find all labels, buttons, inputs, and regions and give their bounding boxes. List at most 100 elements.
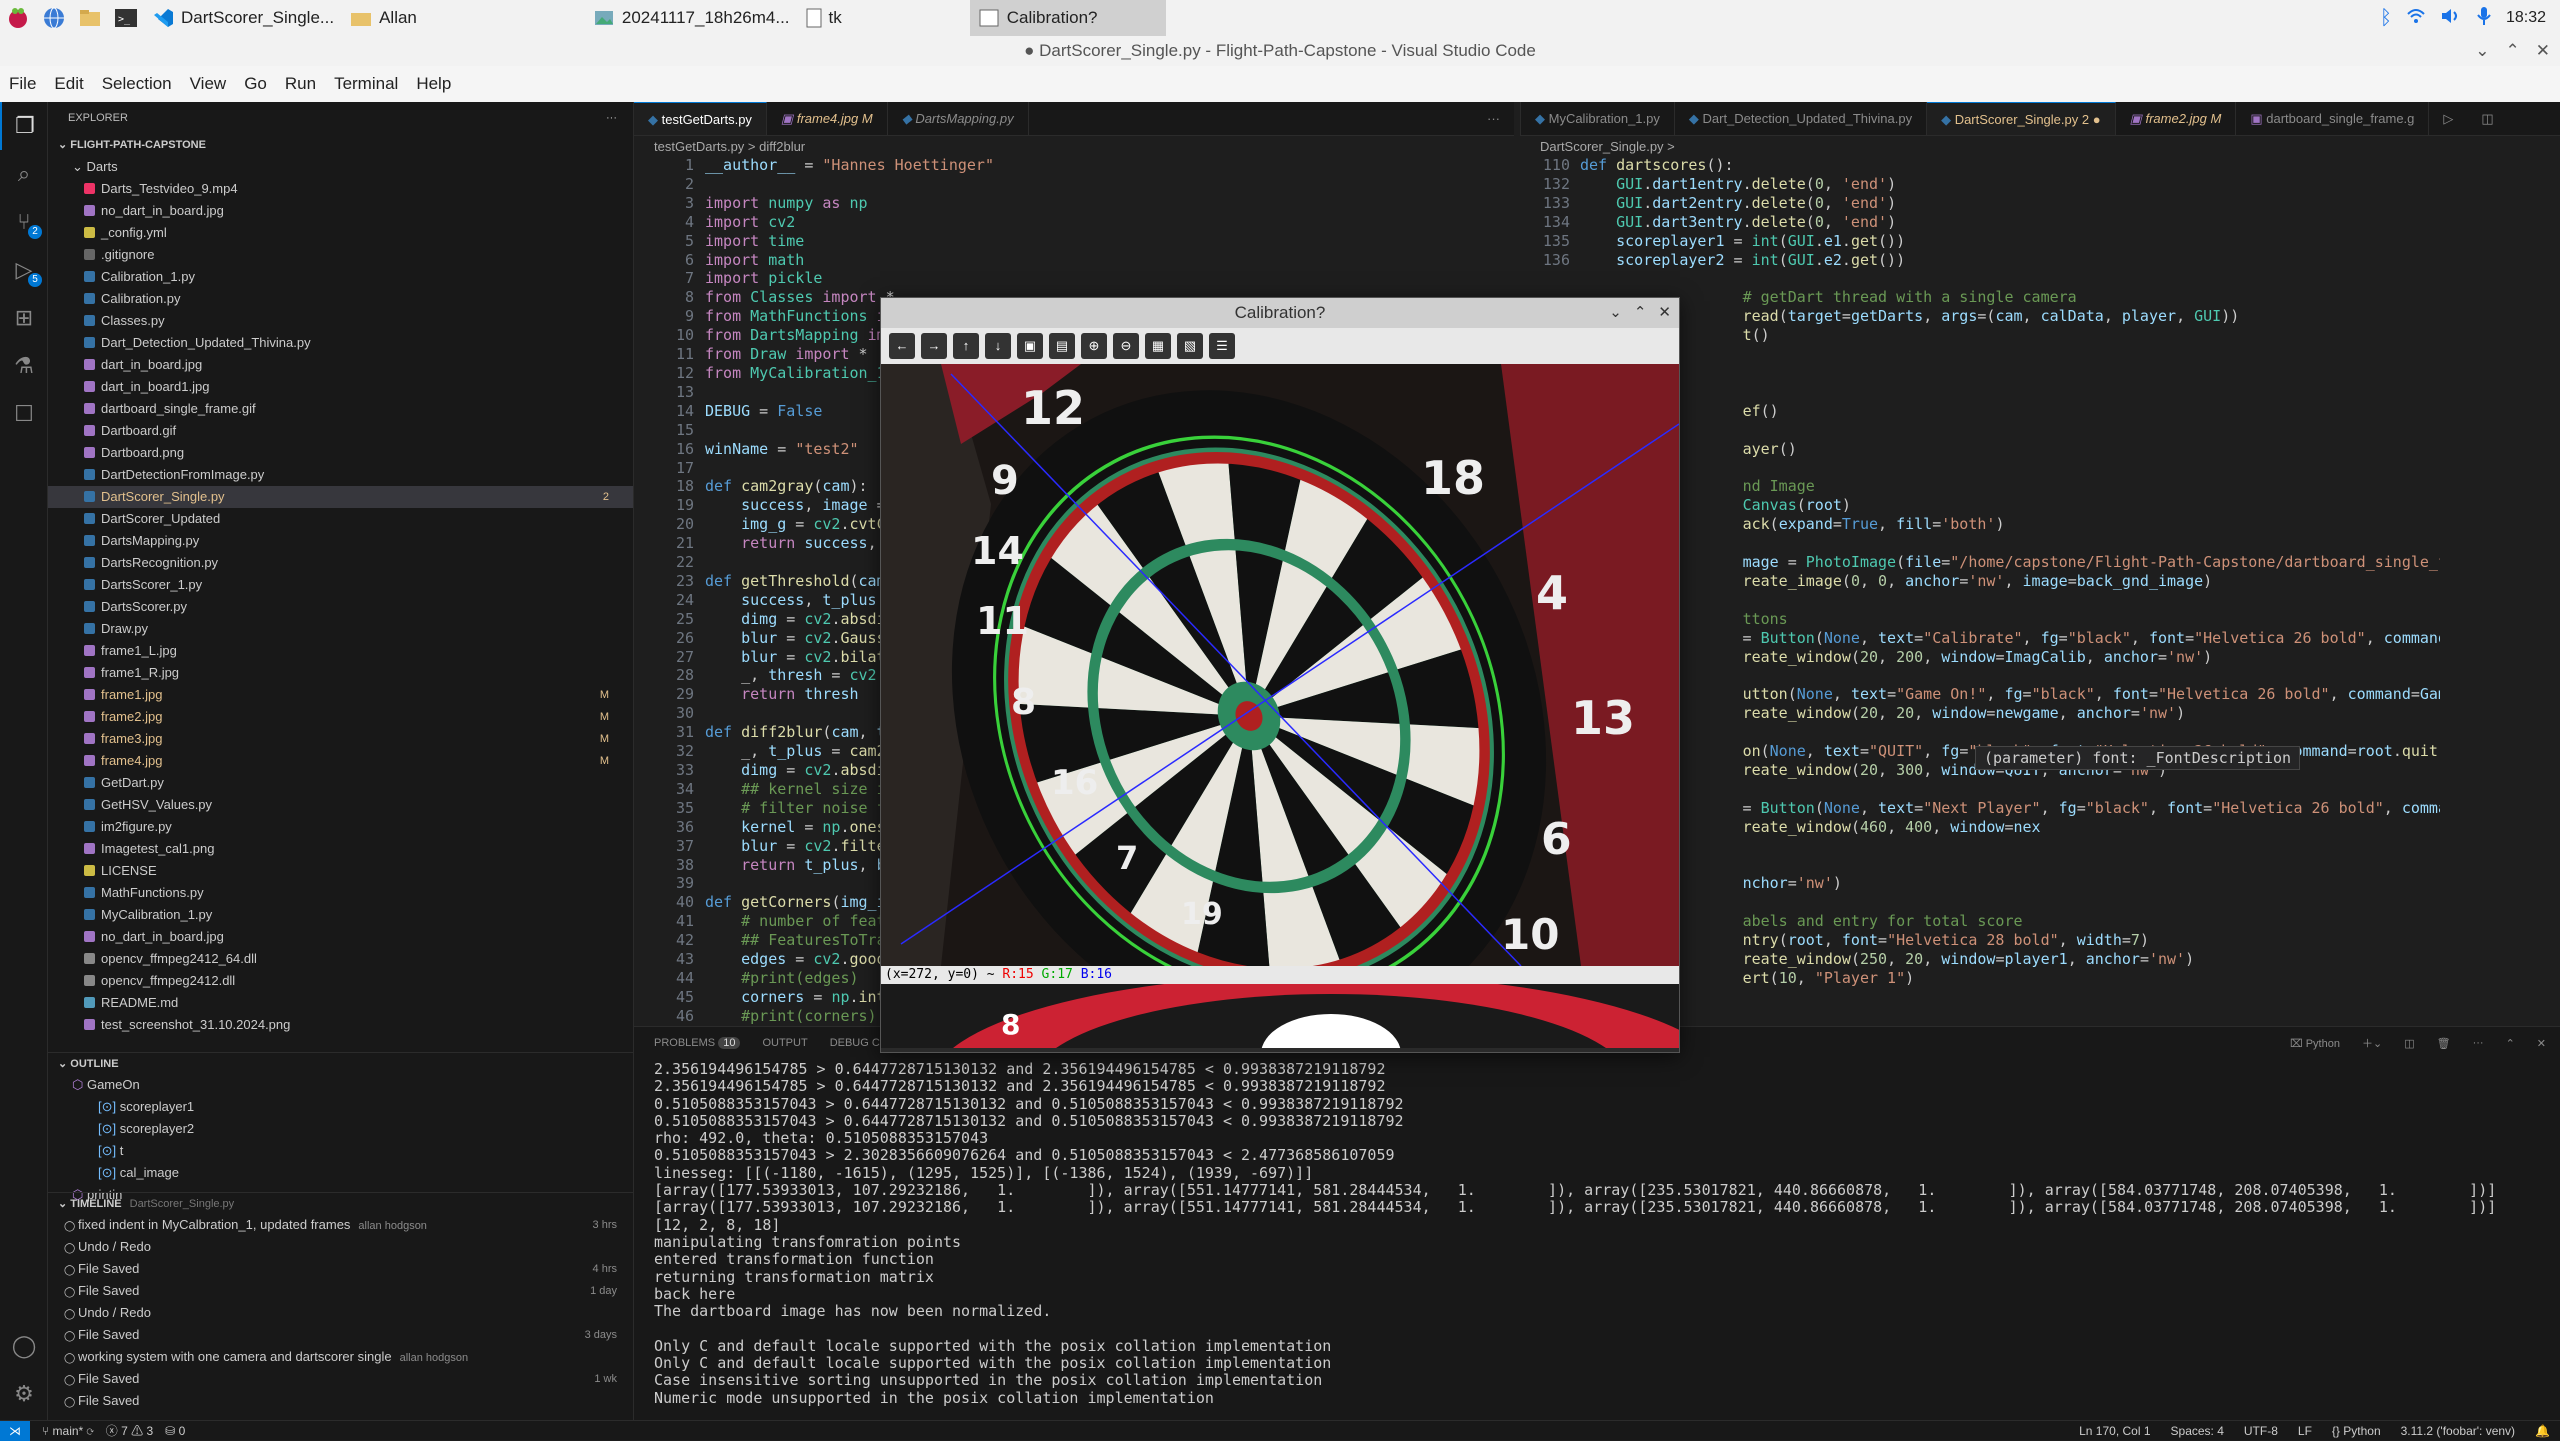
properties-icon[interactable]: ☰ (1209, 333, 1235, 359)
dartboard-camera-image[interactable]: 12 18 9 14 11 8 16 7 19 4 13 6 10 (881, 364, 1679, 966)
maximize-icon[interactable]: ⌃ (1634, 298, 1647, 328)
file-item[interactable]: im2figure.py (48, 816, 633, 838)
remote-icon[interactable]: ⋊ (0, 1420, 30, 1441)
tab-mycalibration[interactable]: ◆ MyCalibration_1.py (1521, 102, 1675, 135)
file-item[interactable]: dartboard_single_frame.gif (48, 398, 633, 420)
file-item[interactable]: Dart_Detection_Updated_Thivina.py (48, 332, 633, 354)
tab-testgetdarts[interactable]: ◆ testGetDarts.py (634, 102, 767, 135)
pan-down-icon[interactable]: ↓ (985, 333, 1011, 359)
timeline-item[interactable]: ◯ File Saved 1 wk (48, 1368, 633, 1390)
calibration-title-bar[interactable]: Calibration? ⌄ ⌃ ✕ (881, 298, 1679, 328)
problems-indicator[interactable]: ⓧ 7 ⚠ 3 (106, 1422, 153, 1439)
file-item[interactable]: GetDart.py (48, 772, 633, 794)
timeline-item[interactable]: ◯ Undo / Redo (48, 1302, 633, 1324)
more-actions-icon[interactable]: ··· (606, 102, 617, 134)
run-file-icon[interactable]: ▷ (2429, 102, 2467, 135)
raspberry-menu-icon[interactable] (3, 3, 33, 33)
outline-section[interactable]: ⌄ OUTLINE (48, 1052, 633, 1074)
file-item[interactable]: Calibration.py (48, 288, 633, 310)
file-item[interactable]: frame4.jpg M (48, 750, 633, 772)
timeline-item[interactable]: ◯ fixed indent in MyCalbration_1, update… (48, 1214, 633, 1236)
outline-item[interactable]: [⊙] scoreplayer1 (48, 1096, 633, 1118)
file-item[interactable]: Draw.py (48, 618, 633, 640)
zoom-fit-icon[interactable]: ▣ (1017, 333, 1043, 359)
zoom-original-icon[interactable]: ▤ (1049, 333, 1075, 359)
file-item[interactable]: MyCalibration_1.py (48, 904, 633, 926)
task-folder[interactable]: Allan (342, 0, 425, 36)
microphone-icon[interactable] (2476, 6, 2492, 31)
settings-gear-icon[interactable]: ⚙ (0, 1370, 48, 1418)
file-item[interactable]: frame3.jpg M (48, 728, 633, 750)
testing-icon[interactable]: ⚗ (0, 342, 48, 390)
bluetooth-icon[interactable]: ᛒ (2380, 7, 2392, 30)
file-item[interactable]: MathFunctions.py (48, 882, 633, 904)
language-mode[interactable]: {} Python (2332, 1424, 2381, 1438)
pan-left-icon[interactable]: ← (889, 333, 915, 359)
menu-terminal[interactable]: Terminal (325, 74, 407, 94)
more-actions-icon[interactable]: ··· (2473, 1037, 2484, 1049)
file-item[interactable]: DartsRecognition.py (48, 552, 633, 574)
file-item[interactable]: Imagetest_cal1.png (48, 838, 633, 860)
file-item[interactable]: frame1_L.jpg (48, 640, 633, 662)
maximize-panel-icon[interactable]: ⌃ (2506, 1037, 2515, 1050)
tab-dartsmapping[interactable]: ◆ DartsMapping.py (888, 102, 1029, 135)
file-item[interactable]: dart_in_board.jpg (48, 354, 633, 376)
timeline-item[interactable]: ◯ File Saved (48, 1390, 633, 1412)
file-item[interactable]: Darts_Testvideo_9.mp4 (48, 178, 633, 200)
file-item[interactable]: DartsMapping.py (48, 530, 633, 552)
file-item[interactable]: README.md (48, 992, 633, 1014)
file-item[interactable]: opencv_ffmpeg2412_64.dll (48, 948, 633, 970)
python-interpreter[interactable]: 3.11.2 ('foobar': venv) (2401, 1424, 2515, 1438)
file-item[interactable]: .gitignore (48, 244, 633, 266)
menu-edit[interactable]: Edit (45, 74, 92, 94)
chat-icon[interactable]: ☐ (0, 390, 48, 438)
timeline-item[interactable]: ◯ File Saved 1 day (48, 1280, 633, 1302)
tab-output[interactable]: OUTPUT (762, 1037, 807, 1049)
timeline-item[interactable]: ◯ Undo / Redo (48, 1236, 633, 1258)
tab-dartscorer-single[interactable]: ◆ DartScorer_Single.py 2 ● (1927, 102, 2116, 135)
split-terminal-icon[interactable]: ◫ (2404, 1037, 2414, 1050)
file-item[interactable]: LICENSE (48, 860, 633, 882)
line-ending[interactable]: LF (2298, 1424, 2312, 1438)
breadcrumb-right[interactable]: DartScorer_Single.py > (1520, 136, 1675, 158)
indentation[interactable]: Spaces: 4 (2171, 1424, 2224, 1438)
ports-indicator[interactable]: ⛁ 0 (165, 1424, 185, 1438)
menu-file[interactable]: File (0, 74, 45, 94)
new-terminal-icon[interactable]: ＋⌄ (2362, 1035, 2382, 1051)
editor-more-icon[interactable]: ··· (1473, 102, 1514, 135)
timeline-item[interactable]: ◯ File Saved 4 hrs (48, 1258, 633, 1280)
file-item[interactable]: DartScorer_Single.py 2 (48, 486, 633, 508)
file-item[interactable]: no_dart_in_board.jpg (48, 200, 633, 222)
explorer-icon[interactable]: ❐ (0, 102, 48, 150)
tab-frame2[interactable]: ▣ frame2.jpg M (2116, 102, 2237, 135)
outline-item[interactable]: [⊙] cal_image (48, 1162, 633, 1184)
file-item[interactable]: Classes.py (48, 310, 633, 332)
outline-item[interactable]: [⊙] scoreplayer2 (48, 1118, 633, 1140)
file-item[interactable]: DartsScorer.py (48, 596, 633, 618)
extensions-icon[interactable]: ⊞ (0, 294, 48, 342)
terminal-shell-icon[interactable]: ⌧ Python (2290, 1037, 2340, 1050)
task-vscode[interactable]: DartScorer_Single... (144, 0, 342, 36)
copy-image-icon[interactable]: ▧ (1177, 333, 1203, 359)
breadcrumb[interactable]: testGetDarts.py > diff2blur (634, 136, 805, 158)
timeline-item[interactable]: ◯ working system with one camera and dar… (48, 1346, 633, 1368)
save-image-icon[interactable]: ▦ (1145, 333, 1171, 359)
cursor-position[interactable]: Ln 170, Col 1 (2079, 1424, 2150, 1438)
file-item[interactable]: DartsScorer_1.py (48, 574, 633, 596)
kill-terminal-icon[interactable]: 🗑 (2437, 1037, 2451, 1050)
terminal-output[interactable]: 2.356194496154785 > 0.6447728715130132 a… (654, 1060, 2496, 1407)
minimize-icon[interactable]: ⌄ (2475, 36, 2489, 66)
terminal-icon[interactable]: >_ (111, 3, 141, 33)
file-item[interactable]: Calibration_1.py (48, 266, 633, 288)
tab-problems[interactable]: PROBLEMS 10 (654, 1037, 741, 1049)
account-icon[interactable]: ◯ (0, 1322, 48, 1370)
file-item[interactable]: _config.yml (48, 222, 633, 244)
pan-right-icon[interactable]: → (921, 333, 947, 359)
maximize-icon[interactable]: ⌃ (2506, 36, 2520, 66)
file-item[interactable]: test_screenshot_31.10.2024.png (48, 1014, 633, 1036)
close-panel-icon[interactable]: ✕ (2537, 1037, 2546, 1050)
menu-view[interactable]: View (181, 74, 236, 94)
zoom-out-icon[interactable]: ⊖ (1113, 333, 1139, 359)
outline-item[interactable]: ⬡ GameOn (48, 1074, 633, 1096)
volume-icon[interactable] (2440, 7, 2462, 30)
